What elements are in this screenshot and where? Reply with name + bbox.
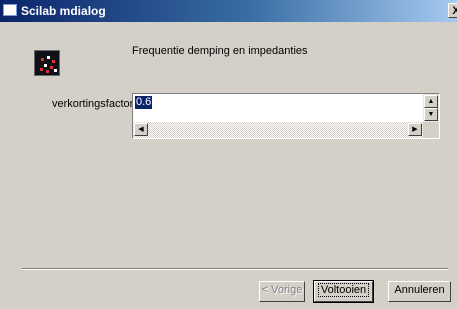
scroll-down-arrow-icon[interactable]: ▼ (424, 108, 438, 121)
scroll-right-arrow-icon[interactable]: ▶ (408, 123, 422, 136)
back-button[interactable]: < Vorige (259, 281, 305, 302)
scroll-up-arrow-icon[interactable]: ▲ (424, 95, 438, 108)
field-label: verkortingsfactor (52, 98, 134, 110)
scrollbar-corner (423, 122, 439, 138)
divider (22, 268, 448, 270)
vertical-scrollbar[interactable]: ▲ ▼ (423, 94, 439, 122)
window-icon (3, 4, 17, 16)
horizontal-scrollbar[interactable]: ◀ ▶ (133, 122, 423, 138)
window-title: Scilab mdialog (21, 4, 106, 18)
dialog-heading: Frequentie demping en impedanties (132, 45, 308, 57)
title-bar[interactable]: Scilab mdialog X (0, 0, 457, 22)
finish-button-label: Voltooien (317, 283, 370, 297)
scilab-logo-icon (34, 50, 60, 76)
input-value[interactable]: 0.6 (135, 96, 153, 109)
close-button[interactable]: X (448, 3, 457, 18)
scroll-left-arrow-icon[interactable]: ◀ (134, 123, 148, 136)
verkortingsfactor-input[interactable]: 0.6 ▲ ▼ ◀ ▶ (132, 93, 440, 139)
cancel-button[interactable]: Annuleren (388, 281, 451, 302)
finish-button[interactable]: Voltooien (313, 280, 374, 303)
